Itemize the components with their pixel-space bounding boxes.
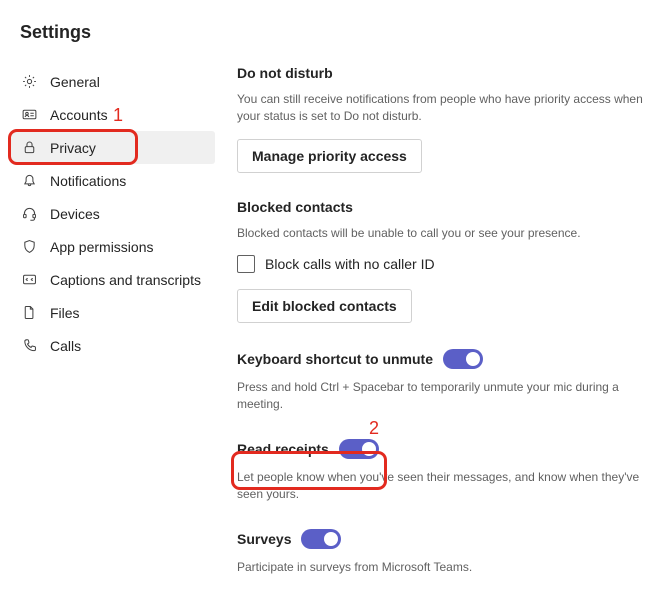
sidebar-item-label: Notifications	[50, 173, 126, 189]
headset-icon	[20, 205, 38, 223]
gear-icon	[20, 73, 38, 91]
sidebar-item-label: Files	[50, 305, 80, 321]
file-icon	[20, 304, 38, 322]
sidebar-item-privacy[interactable]: Privacy	[10, 131, 215, 164]
sidebar-item-label: Privacy	[50, 140, 96, 156]
surveys-desc: Participate in surveys from Microsoft Te…	[237, 559, 646, 576]
shield-icon	[20, 238, 38, 256]
blocked-title: Blocked contacts	[237, 199, 646, 215]
sidebar-item-label: Accounts	[50, 107, 108, 123]
manage-priority-access-button[interactable]: Manage priority access	[237, 139, 422, 173]
sidebar-item-label: Calls	[50, 338, 81, 354]
page-title: Settings	[20, 22, 661, 43]
settings-sidebar: General Accounts Privacy	[0, 53, 215, 575]
sidebar-item-files[interactable]: Files	[10, 296, 215, 329]
read-receipts-toggle[interactable]	[339, 439, 379, 459]
shortcut-toggle[interactable]	[443, 349, 483, 369]
captions-icon	[20, 271, 38, 289]
read-receipts-title: Read receipts	[237, 441, 329, 457]
block-no-caller-id-row[interactable]: Block calls with no caller ID	[237, 255, 646, 273]
id-card-icon	[20, 106, 38, 124]
phone-icon	[20, 337, 38, 355]
sidebar-item-label: Captions and transcripts	[50, 272, 201, 288]
shortcut-title: Keyboard shortcut to unmute	[237, 351, 433, 367]
keyboard-shortcut-section: Keyboard shortcut to unmute Press and ho…	[237, 349, 646, 413]
bell-icon	[20, 172, 38, 190]
read-receipts-desc: Let people know when you've seen their m…	[237, 469, 646, 503]
sidebar-item-accounts[interactable]: Accounts	[10, 98, 215, 131]
dnd-section: Do not disturb You can still receive not…	[237, 65, 646, 173]
shortcut-desc: Press and hold Ctrl + Spacebar to tempor…	[237, 379, 646, 413]
sidebar-item-notifications[interactable]: Notifications	[10, 164, 215, 197]
surveys-section: Surveys Participate in surveys from Micr…	[237, 529, 646, 576]
dnd-title: Do not disturb	[237, 65, 646, 81]
sidebar-item-label: App permissions	[50, 239, 154, 255]
sidebar-item-devices[interactable]: Devices	[10, 197, 215, 230]
checkbox-label: Block calls with no caller ID	[265, 256, 435, 272]
sidebar-item-captions[interactable]: Captions and transcripts	[10, 263, 215, 296]
lock-icon	[20, 139, 38, 157]
dnd-desc: You can still receive notifications from…	[237, 91, 646, 125]
settings-content: Do not disturb You can still receive not…	[215, 53, 661, 575]
surveys-title: Surveys	[237, 531, 291, 547]
sidebar-item-general[interactable]: General	[10, 65, 215, 98]
sidebar-item-calls[interactable]: Calls	[10, 329, 215, 362]
edit-blocked-contacts-button[interactable]: Edit blocked contacts	[237, 289, 412, 323]
checkbox-icon[interactable]	[237, 255, 255, 273]
read-receipts-section: Read receipts Let people know when you'v…	[237, 439, 646, 503]
blocked-contacts-section: Blocked contacts Blocked contacts will b…	[237, 199, 646, 324]
sidebar-item-app-permissions[interactable]: App permissions	[10, 230, 215, 263]
sidebar-item-label: General	[50, 74, 100, 90]
blocked-desc: Blocked contacts will be unable to call …	[237, 225, 646, 242]
sidebar-item-label: Devices	[50, 206, 100, 222]
surveys-toggle[interactable]	[301, 529, 341, 549]
